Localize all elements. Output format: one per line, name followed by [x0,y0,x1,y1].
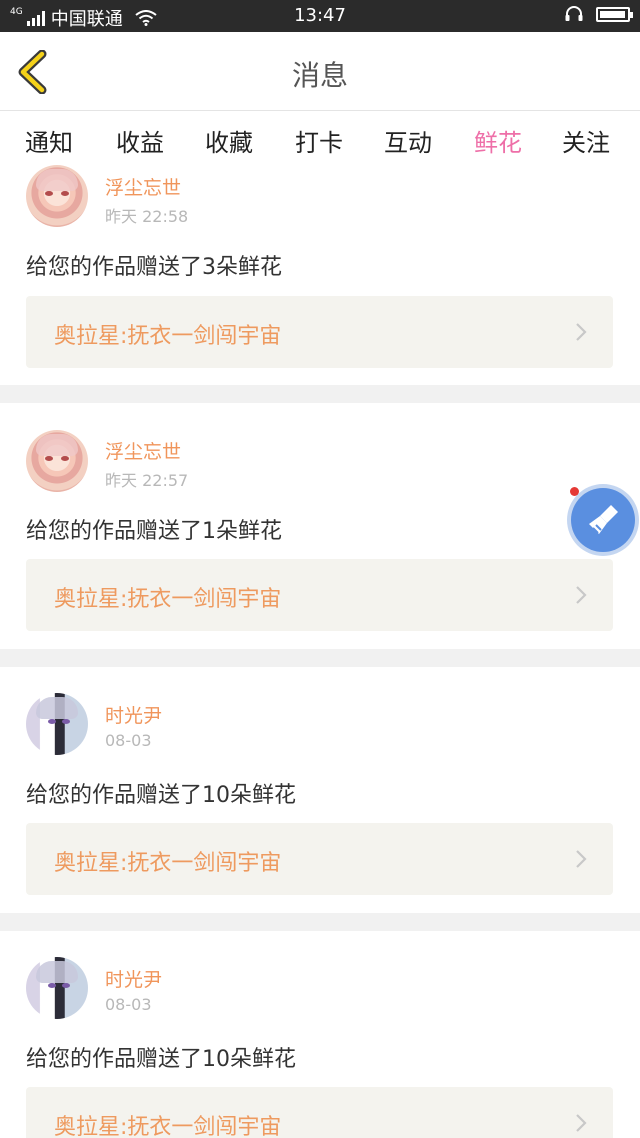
username[interactable]: 时光尹 [105,965,162,992]
message-card: 浮尘忘世 昨天 22:58 给您的作品赠送了3朵鲜花 奥拉星:抚衣一剑闯宇宙 [0,165,640,385]
message-text: 给您的作品赠送了10朵鲜花 [26,1047,296,1072]
tab-label: 收益 [116,129,164,157]
floating-clean-button[interactable] [571,488,635,552]
work-title: 奥拉星:抚衣一剑闯宇宙 [54,1115,282,1138]
work-link[interactable]: 奥拉星:抚衣一剑闯宇宙 [26,1087,613,1138]
message-time: 08-03 [105,995,152,1014]
tab-label: 关注 [562,129,610,157]
work-title: 奥拉星:抚衣一剑闯宇宙 [54,851,282,876]
tab-label: 打卡 [295,129,343,157]
message-text: 给您的作品赠送了1朵鲜花 [26,519,282,544]
tab-earnings[interactable]: 收益 [116,123,164,158]
message-text: 给您的作品赠送了10朵鲜花 [26,783,296,808]
tab-checkin[interactable]: 打卡 [295,123,343,158]
message-text: 给您的作品赠送了3朵鲜花 [26,255,282,280]
status-bar: 4G 中国联通 13:47 [0,0,640,32]
broom-clean-icon [589,505,618,534]
message-time: 08-03 [105,731,152,750]
message-time: 昨天 22:57 [105,471,189,490]
message-card: 时光尹 08-03 给您的作品赠送了10朵鲜花 奥拉星:抚衣一剑闯宇宙 [0,931,640,1138]
message-card: 浮尘忘世 昨天 22:57 给您的作品赠送了1朵鲜花 奥拉星:抚衣一剑闯宇宙 [0,403,640,649]
username[interactable]: 浮尘忘世 [105,173,181,200]
username[interactable]: 浮尘忘世 [105,437,181,464]
avatar[interactable] [26,430,88,492]
tab-notifications[interactable]: 通知 [25,123,73,158]
status-right [564,5,633,23]
tab-following[interactable]: 关注 [562,123,610,158]
message-card: 时光尹 08-03 给您的作品赠送了10朵鲜花 奥拉星:抚衣一剑闯宇宙 [0,667,640,913]
tab-favorites[interactable]: 收藏 [205,123,253,158]
work-link[interactable]: 奥拉星:抚衣一剑闯宇宙 [26,296,613,368]
work-link[interactable]: 奥拉星:抚衣一剑闯宇宙 [26,559,613,631]
avatar[interactable] [26,957,88,1019]
avatar[interactable] [26,693,88,755]
chevron-right-icon [576,586,587,604]
work-title: 奥拉星:抚衣一剑闯宇宙 [54,324,282,349]
tab-label: 收藏 [205,129,253,157]
chevron-right-icon [576,850,587,868]
tab-flowers[interactable]: 鲜花 [474,123,522,172]
card-divider [0,913,640,931]
clock: 13:47 [294,5,346,26]
work-title: 奥拉星:抚衣一剑闯宇宙 [54,587,282,612]
page-title: 消息 [291,59,348,92]
tab-label: 互动 [384,129,432,157]
nav-header: 消息 [0,32,640,111]
tab-interactions[interactable]: 互动 [384,123,432,158]
message-feed[interactable]: 浮尘忘世 昨天 22:58 给您的作品赠送了3朵鲜花 奥拉星:抚衣一剑闯宇宙 浮… [0,165,640,1138]
category-tabs: 通知 收益 收藏 打卡 互动 鲜花 关注 [0,111,640,172]
headset-icon [565,6,583,21]
chevron-right-icon [576,1114,587,1132]
chevron-right-icon [576,323,587,341]
card-divider [0,649,640,667]
username[interactable]: 时光尹 [105,701,162,728]
work-link[interactable]: 奥拉星:抚衣一剑闯宇宙 [26,823,613,895]
message-time: 昨天 22:58 [105,207,189,226]
avatar[interactable] [26,165,88,227]
card-divider [0,385,640,403]
battery-icon [596,6,633,22]
notification-dot [570,487,579,496]
tab-label: 通知 [25,129,73,157]
tab-label: 鲜花 [474,129,522,157]
